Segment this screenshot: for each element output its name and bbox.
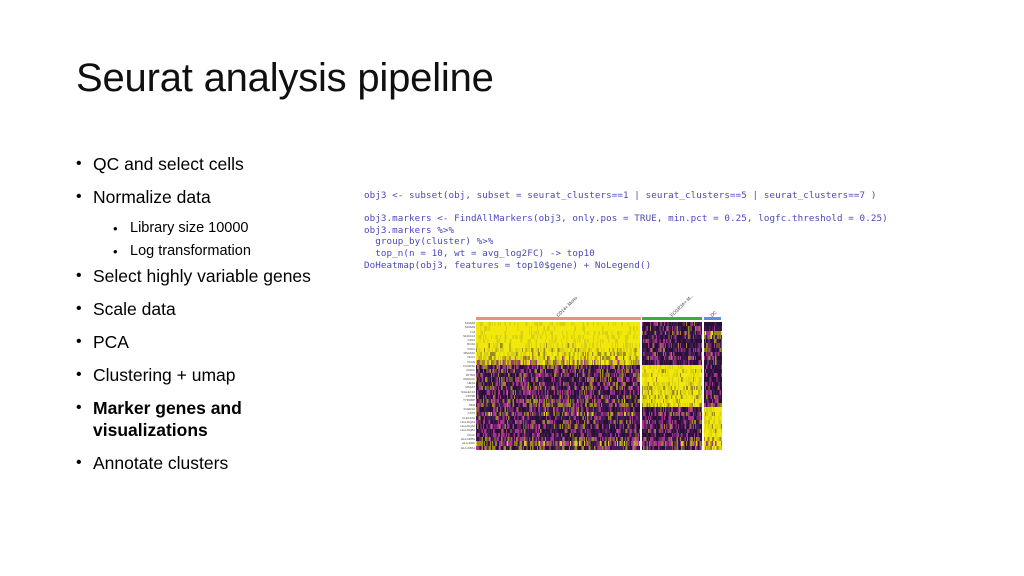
bullet-item: • Select highly variable genes (76, 265, 361, 287)
heatmap-cluster-panel (703, 322, 723, 450)
heatmap-cluster-bar (703, 317, 721, 320)
heatmap-gene-label: S100A9 (464, 325, 475, 330)
code-line: group_by(cluster) %>% (364, 236, 494, 248)
bullet-item: • QC and select cells (76, 153, 361, 175)
heatmap-gene-label: NCF1 (467, 355, 475, 360)
code-line: obj3.markers <- FindAllMarkers(obj3, onl… (364, 213, 888, 225)
heatmap-gene-label: CST3 (467, 411, 475, 416)
bullet-item: • Normalize data (76, 186, 361, 208)
heatmap-cluster-bar (642, 317, 702, 320)
heatmap-cluster-bars (476, 317, 726, 320)
bullet-label: PCA (93, 332, 129, 352)
heatmap-row (642, 445, 702, 450)
bullet-marker-icon: • (113, 221, 118, 236)
heatmap-figure: CD14+ Mono FCGR3A+ M... DC S100A8 S100A9 LYZ… (452, 292, 734, 457)
bullet-item: • Log transformation (76, 242, 361, 261)
heatmap-gene-label: RHOC (466, 368, 475, 373)
bullet-item: • Marker genes and visualizations (76, 397, 361, 441)
bullet-label: Scale data (93, 299, 176, 319)
heatmap-cluster-bar (476, 317, 641, 320)
bullet-item: • Clustering + umap (76, 364, 361, 386)
heatmap-panels (476, 322, 726, 450)
code-line: top_n(n = 10, wt = avg_log2FC) -> top10 (364, 247, 595, 259)
code-line: obj3.markers %>% (364, 224, 455, 236)
bullet-marker-icon: • (76, 300, 82, 317)
bullet-label: Marker genes and visualizations (93, 398, 242, 440)
heatmap-gene-label: HLA-DRA (462, 441, 475, 446)
heatmap-cluster-panel (476, 322, 641, 450)
code-line: DoHeatmap(obj3, features = top10$gene) +… (364, 259, 652, 271)
bullet-marker-icon: • (76, 267, 82, 284)
heatmap-cluster-label: CD14+ Mono (555, 295, 579, 318)
heatmap-row (476, 445, 641, 450)
bullet-item: • Annotate clusters (76, 452, 361, 474)
bullet-label: Annotate clusters (93, 453, 229, 473)
page-title: Seurat analysis pipeline (76, 56, 494, 100)
heatmap-column-labels: CD14+ Mono FCGR3A+ M... DC (452, 292, 734, 318)
bullet-marker-icon: • (76, 399, 82, 416)
heatmap-row (703, 445, 723, 450)
bullet-item: • Library size 10000 (76, 219, 361, 238)
bullet-marker-icon: • (76, 333, 82, 350)
bullet-label: Log transformation (130, 243, 251, 259)
bullet-marker-icon: • (113, 244, 118, 259)
heatmap-gene-label: TYROBP (463, 398, 475, 403)
code-snippet: obj3 <- subset(obj, subset = seurat_clus… (364, 190, 888, 271)
bullet-marker-icon: • (76, 366, 82, 383)
heatmap-cluster-panel (642, 322, 702, 450)
code-line: obj3 <- subset(obj, subset = seurat_clus… (364, 190, 877, 201)
bullet-label: Clustering + umap (93, 365, 236, 385)
bullet-item: • Scale data (76, 298, 361, 320)
bullet-item: • PCA (76, 331, 361, 353)
bullet-label: QC and select cells (93, 154, 244, 174)
heatmap-gene-label: HLA-DPA1 (461, 445, 475, 450)
heatmap-gene-labels: S100A8 S100A9 LYZ S100A12 CD14 RGS2 FCN1 MS4A6A… (452, 321, 475, 450)
bullet-label: Normalize data (93, 187, 211, 207)
bullet-marker-icon: • (76, 454, 82, 471)
bullet-marker-icon: • (76, 155, 82, 172)
bullet-label: Library size 10000 (130, 220, 249, 236)
bullet-list: • QC and select cells • Normalize data • Libr… (76, 153, 361, 485)
bullet-label: Select highly variable genes (93, 266, 311, 286)
bullet-marker-icon: • (76, 188, 82, 205)
heatmap-cluster-label: FCGR3A+ M... (669, 293, 695, 318)
